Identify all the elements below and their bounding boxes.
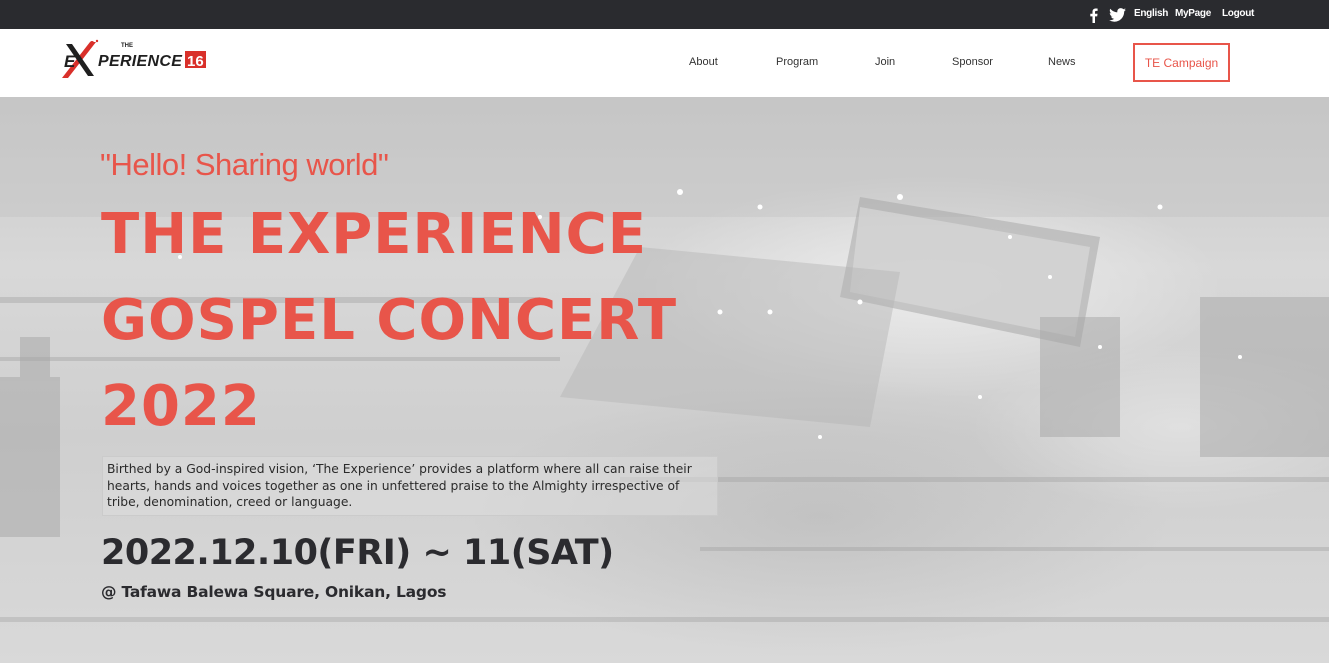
my-page-link[interactable]: MyPage — [1175, 8, 1211, 19]
te-campaign-button[interactable]: TE Campaign — [1133, 43, 1230, 82]
hero-title-line: GOSPEL CONCERT — [101, 288, 678, 353]
svg-text:E: E — [64, 52, 76, 71]
hero-tagline: "Hello! Sharing world" — [100, 147, 389, 182]
facebook-icon[interactable] — [1087, 7, 1099, 23]
svg-text:16: 16 — [187, 53, 204, 70]
event-date: 2022.12.10(FRI) ~ 11(SAT) — [101, 533, 614, 573]
nav-news[interactable]: News — [1048, 56, 1076, 68]
twitter-icon[interactable] — [1108, 7, 1126, 23]
hero-title-line: 2022 — [101, 374, 261, 439]
hero-title: THE EXPERIENCE GOSPEL CONCERT 2022 — [101, 192, 721, 450]
hero-banner: "Hello! Sharing world" THE EXPERIENCE GO… — [0, 97, 1329, 663]
event-venue: @ Tafawa Balewa Square, Onikan, Lagos — [101, 583, 447, 601]
hero-description: Birthed by a God-inspired vision, ‘The E… — [102, 456, 718, 516]
nav-about[interactable]: About — [689, 56, 718, 68]
svg-text:THE: THE — [121, 43, 133, 49]
language-link[interactable]: English — [1134, 8, 1168, 19]
nav-program[interactable]: Program — [776, 56, 818, 68]
logout-link[interactable]: Logout — [1222, 8, 1254, 19]
site-logo[interactable]: THE E PERIENCE 16 — [58, 38, 210, 80]
nav-join[interactable]: Join — [875, 56, 895, 68]
nav-sponsor[interactable]: Sponsor — [952, 56, 993, 68]
svg-text:PERIENCE: PERIENCE — [98, 53, 183, 70]
site-header: THE E PERIENCE 16 About Program Join Spo… — [0, 29, 1329, 97]
top-utility-bar: English MyPage Logout — [0, 0, 1329, 29]
hero-title-line: THE EXPERIENCE — [101, 202, 647, 267]
